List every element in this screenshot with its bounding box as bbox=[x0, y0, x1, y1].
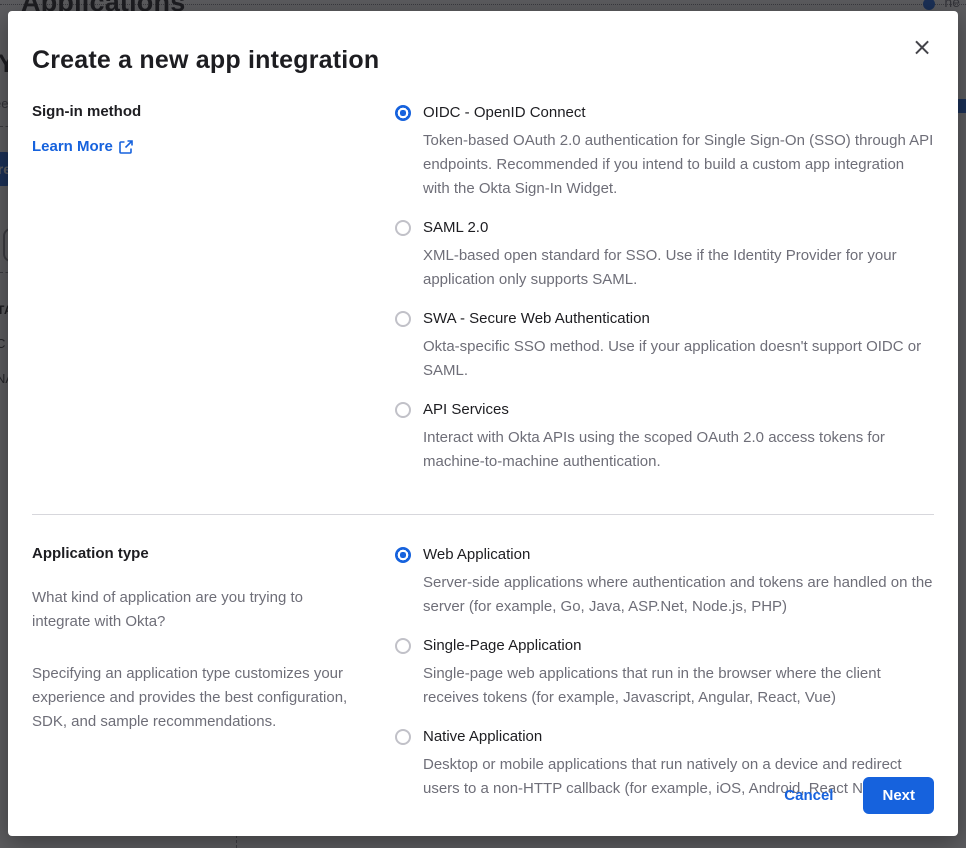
close-icon[interactable]: × bbox=[908, 33, 936, 61]
next-button[interactable]: Next bbox=[863, 777, 934, 814]
radio-option-swa[interactable]: SWA - Secure Web Authentication Okta-spe… bbox=[395, 309, 934, 383]
radio-icon[interactable] bbox=[395, 220, 411, 236]
radio-icon[interactable] bbox=[395, 638, 411, 654]
radio-option-label: Web Application bbox=[423, 546, 531, 563]
signin-method-label: Sign-in method bbox=[32, 103, 142, 120]
section-divider bbox=[32, 514, 934, 515]
learn-more-label: Learn More bbox=[32, 138, 113, 155]
radio-icon[interactable] bbox=[395, 311, 411, 327]
screen: Applications ne Yo ee re TA C NA × Creat… bbox=[0, 0, 966, 848]
application-type-section: Application type What kind of applicatio… bbox=[32, 545, 934, 801]
radio-option-api-services[interactable]: API Services Interact with Okta APIs usi… bbox=[395, 400, 934, 474]
application-type-left: Application type What kind of applicatio… bbox=[32, 545, 395, 801]
radio-option-description: Token-based OAuth 2.0 authentication for… bbox=[423, 132, 934, 197]
application-type-label: Application type bbox=[32, 545, 149, 562]
signin-method-options: OIDC - OpenID Connect Token-based OAuth … bbox=[395, 103, 934, 474]
cancel-button[interactable]: Cancel bbox=[784, 787, 833, 804]
radio-option-description: Single-page web applications that run in… bbox=[423, 665, 881, 706]
application-type-options: Web Application Server-side applications… bbox=[395, 545, 934, 801]
radio-option-label: OIDC - OpenID Connect bbox=[423, 104, 586, 121]
radio-icon[interactable] bbox=[395, 402, 411, 418]
radio-option-oidc[interactable]: OIDC - OpenID Connect Token-based OAuth … bbox=[395, 103, 934, 201]
application-type-description-1: What kind of application are you trying … bbox=[32, 589, 303, 630]
external-link-icon bbox=[119, 139, 133, 154]
radio-option-web-application[interactable]: Web Application Server-side applications… bbox=[395, 545, 934, 619]
radio-option-description: Interact with Okta APIs using the scoped… bbox=[423, 429, 885, 470]
radio-option-label: SAML 2.0 bbox=[423, 219, 489, 236]
radio-option-label: SWA - Secure Web Authentication bbox=[423, 310, 650, 327]
radio-option-description: Okta-specific SSO method. Use if your ap… bbox=[423, 338, 922, 379]
radio-option-single-page-application[interactable]: Single-Page Application Single-page web … bbox=[395, 636, 934, 710]
dialog-footer: Cancel Next bbox=[784, 777, 934, 814]
radio-option-saml[interactable]: SAML 2.0 XML-based open standard for SSO… bbox=[395, 218, 934, 292]
radio-option-description: Server-side applications where authentic… bbox=[423, 574, 933, 615]
radio-option-description: XML-based open standard for SSO. Use if … bbox=[423, 247, 897, 288]
learn-more-link[interactable]: Learn More bbox=[32, 138, 133, 155]
radio-option-label: Single-Page Application bbox=[423, 637, 582, 654]
create-app-integration-dialog: × Create a new app integration Sign-in m… bbox=[8, 11, 958, 836]
radio-option-label: Native Application bbox=[423, 728, 543, 745]
radio-icon[interactable] bbox=[395, 105, 411, 121]
radio-icon[interactable] bbox=[395, 547, 411, 563]
radio-option-label: API Services bbox=[423, 401, 509, 418]
signin-method-section: Sign-in method Learn More OIDC - OpenID … bbox=[32, 103, 934, 474]
signin-method-left: Sign-in method Learn More bbox=[32, 103, 395, 474]
application-type-description-2: Specifying an application type customize… bbox=[32, 665, 348, 730]
radio-icon[interactable] bbox=[395, 729, 411, 745]
dialog-title: Create a new app integration bbox=[32, 46, 380, 74]
